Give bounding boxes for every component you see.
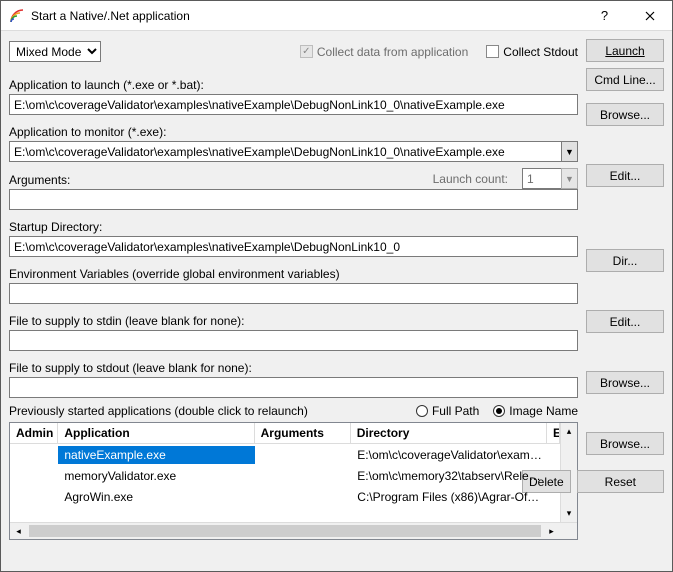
- cell-dir: E:\om\c\coverageValidator\exampl...: [351, 446, 548, 464]
- col-arguments[interactable]: Arguments: [255, 423, 351, 443]
- mode-select[interactable]: Mixed Mode: [9, 41, 101, 62]
- cell-dir: C:\Program Files (x86)\Agrar-Office...: [351, 488, 548, 506]
- right-column: Launch Cmd Line... Browse... Edit... Dir…: [586, 39, 664, 563]
- stdin-input[interactable]: [9, 330, 578, 351]
- scroll-left-icon[interactable]: ◂: [10, 523, 27, 539]
- radio-icon: [416, 405, 428, 417]
- collect-data-label: Collect data from application: [317, 45, 468, 59]
- dir-button[interactable]: Dir...: [586, 249, 664, 272]
- stdout-label: File to supply to stdout (leave blank fo…: [9, 361, 578, 375]
- cell-env: [548, 453, 560, 457]
- left-column: Mixed Mode ✓ Collect data from applicati…: [9, 39, 578, 563]
- browse-launch-button[interactable]: Browse...: [586, 103, 664, 126]
- cell-dir: E:\om\c\memory32\tabserv\Release: [351, 467, 548, 485]
- cmd-line-button[interactable]: Cmd Line...: [586, 68, 664, 91]
- titlebar: Start a Native/.Net application ?: [1, 1, 672, 31]
- cell-admin: [10, 474, 58, 478]
- arguments-label: Arguments:: [9, 173, 423, 187]
- launch-count-input: [522, 168, 561, 189]
- full-path-radio[interactable]: Full Path: [416, 404, 479, 418]
- app-monitor-input[interactable]: [9, 141, 561, 162]
- edit-monitor-button[interactable]: Edit...: [586, 164, 664, 187]
- app-launch-label: Application to launch (*.exe or *.bat):: [9, 78, 578, 92]
- scroll-corner: [560, 523, 577, 539]
- browse-stdin-button[interactable]: Browse...: [586, 371, 664, 394]
- table-body: nativeExample.exe E:\om\c\coverageValidat…: [10, 444, 560, 522]
- startup-dir-label: Startup Directory:: [9, 220, 578, 234]
- table-row[interactable]: memoryValidator.exe E:\om\c\memory32\tabs…: [10, 465, 560, 486]
- cell-admin: [10, 453, 58, 457]
- scroll-up-icon[interactable]: ▴: [561, 423, 577, 440]
- chevron-down-icon[interactable]: ▼: [561, 141, 578, 162]
- col-application[interactable]: Application: [58, 423, 254, 443]
- radio-icon: [493, 405, 505, 417]
- table-row[interactable]: nativeExample.exe E:\om\c\coverageValidat…: [10, 444, 560, 465]
- chevron-down-icon: ▼: [561, 168, 578, 189]
- col-admin[interactable]: Admin: [10, 423, 58, 443]
- arguments-input[interactable]: [9, 189, 578, 210]
- collect-data-checkbox: ✓ Collect data from application: [300, 45, 468, 59]
- reset-button[interactable]: Reset: [577, 470, 664, 493]
- stdout-input[interactable]: [9, 377, 578, 398]
- cell-admin: [10, 495, 58, 499]
- app-monitor-combo[interactable]: ▼: [9, 141, 578, 162]
- stdin-label: File to supply to stdin (leave blank for…: [9, 314, 578, 328]
- checkbox-icon: ✓: [300, 45, 313, 58]
- browse-stdout-button[interactable]: Browse...: [586, 432, 664, 455]
- scroll-thumb[interactable]: [29, 525, 541, 537]
- cell-args: [255, 453, 351, 457]
- table-row[interactable]: AgroWin.exe C:\Program Files (x86)\Agrar-…: [10, 486, 560, 507]
- prev-apps-table: Admin Application Arguments Directory En…: [9, 422, 578, 540]
- cell-app: memoryValidator.exe: [58, 467, 255, 485]
- dialog-body: Mixed Mode ✓ Collect data from applicati…: [1, 31, 672, 571]
- cell-args: [255, 495, 351, 499]
- horizontal-scrollbar[interactable]: ◂ ▸: [10, 522, 577, 539]
- app-launch-input[interactable]: [9, 94, 578, 115]
- cell-app: AgroWin.exe: [58, 488, 255, 506]
- help-button[interactable]: ?: [582, 1, 627, 31]
- table-header: Admin Application Arguments Directory En…: [10, 423, 560, 444]
- cell-args: [255, 474, 351, 478]
- image-name-radio[interactable]: Image Name: [493, 404, 578, 418]
- env-vars-input[interactable]: [9, 283, 578, 304]
- full-path-label: Full Path: [432, 404, 479, 418]
- startup-dir-input[interactable]: [9, 236, 578, 257]
- prev-apps-label: Previously started applications (double …: [9, 404, 402, 418]
- scroll-down-icon[interactable]: ▾: [561, 505, 577, 522]
- app-monitor-label: Application to monitor (*.exe):: [9, 125, 578, 139]
- scroll-right-icon[interactable]: ▸: [543, 523, 560, 539]
- checkbox-icon: [486, 45, 499, 58]
- col-directory[interactable]: Directory: [351, 423, 547, 443]
- edit-env-button[interactable]: Edit...: [586, 310, 664, 333]
- close-button[interactable]: [627, 1, 672, 31]
- collect-stdout-checkbox[interactable]: Collect Stdout: [486, 45, 578, 59]
- launch-button[interactable]: Launch: [586, 39, 664, 62]
- collect-stdout-label: Collect Stdout: [503, 45, 578, 59]
- dialog-window: Start a Native/.Net application ? Mixed …: [0, 0, 673, 572]
- launch-count-label: Launch count:: [433, 172, 508, 186]
- top-row: Mixed Mode ✓ Collect data from applicati…: [9, 39, 578, 64]
- image-name-label: Image Name: [509, 404, 578, 418]
- cell-env: [548, 495, 560, 499]
- col-environment[interactable]: Environme▴: [547, 423, 560, 443]
- cell-env: [548, 474, 560, 478]
- window-title: Start a Native/.Net application: [31, 9, 582, 23]
- env-vars-label: Environment Variables (override global e…: [9, 267, 578, 281]
- cell-app: nativeExample.exe: [58, 446, 255, 464]
- app-icon: [9, 8, 25, 24]
